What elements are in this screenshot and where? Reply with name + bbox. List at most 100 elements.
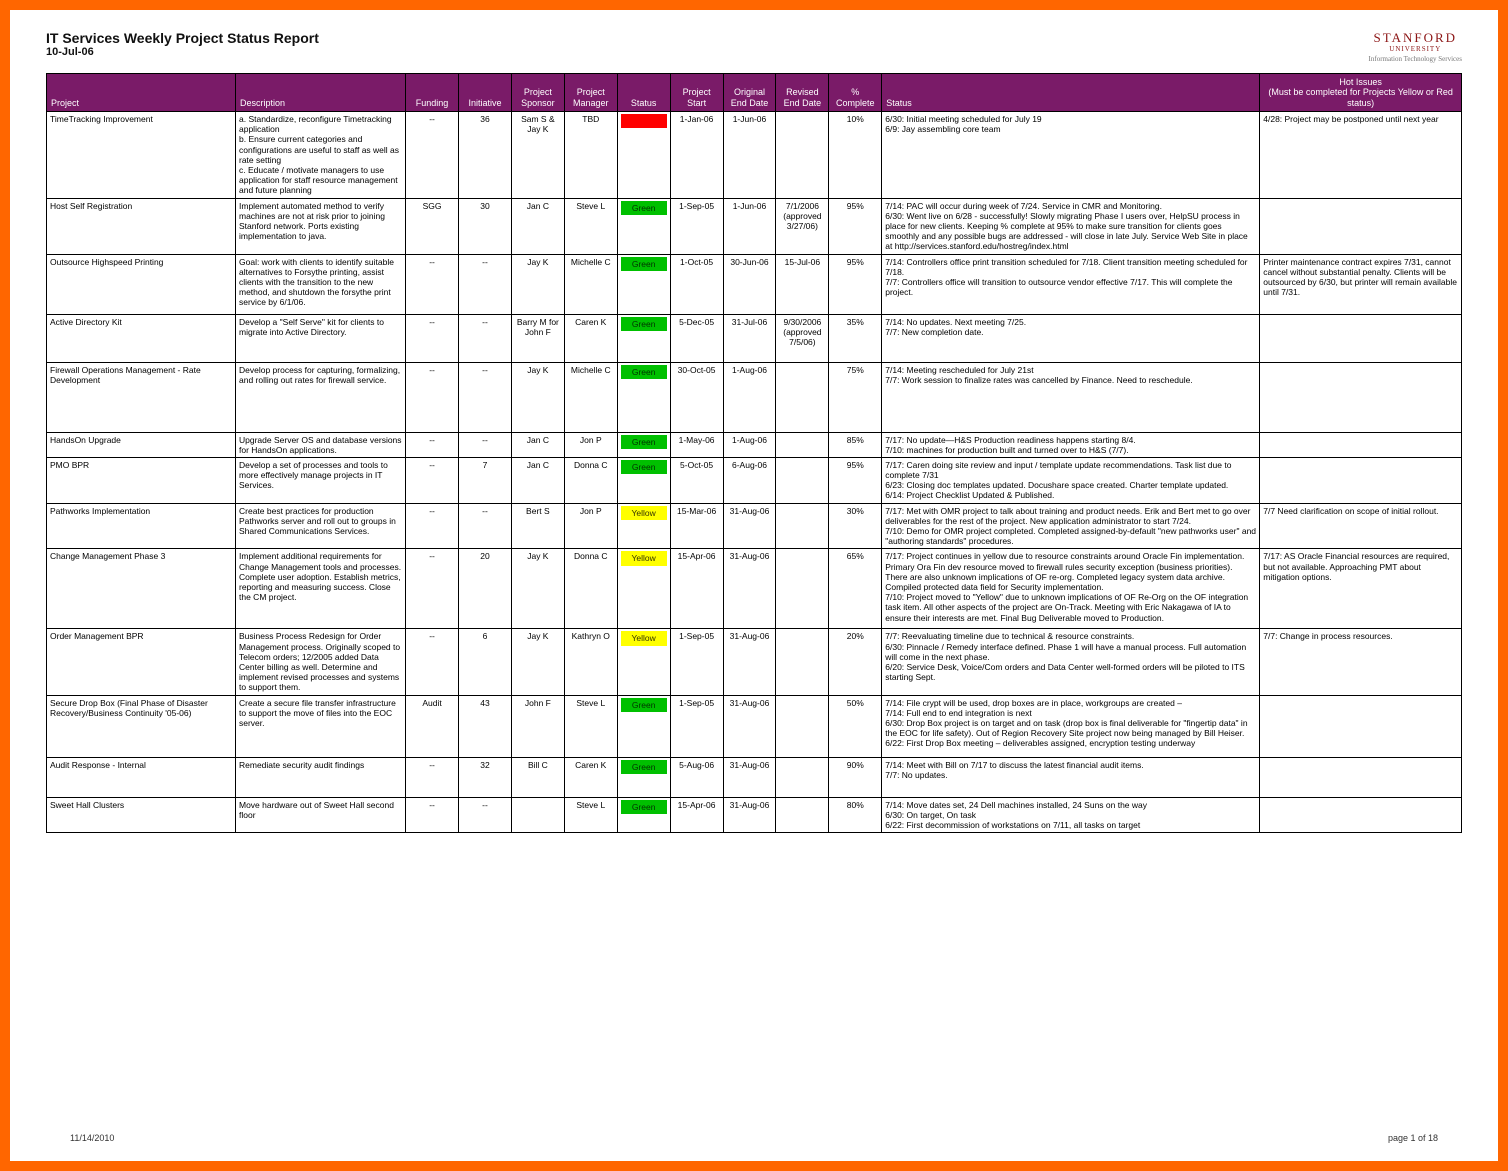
cell-pm: Michelle C	[564, 362, 617, 432]
cell-initiative: 36	[459, 112, 512, 199]
cell-funding: --	[406, 362, 459, 432]
cell-description: Move hardware out of Sweet Hall second f…	[236, 797, 406, 833]
cell-initiative: 43	[459, 695, 512, 757]
cell-description: Create a secure file transfer infrastruc…	[236, 695, 406, 757]
document-header: IT Services Weekly Project Status Report…	[46, 30, 1462, 63]
cell-status-text: 7/17: No update—H&S Production readiness…	[882, 432, 1260, 457]
column-header: Project	[47, 74, 236, 112]
table-row: Active Directory KitDevelop a "Self Serv…	[47, 314, 1462, 362]
cell-orig-end: 1-Jun-06	[723, 198, 776, 254]
cell-hot-issues	[1260, 362, 1462, 432]
column-header: Project Sponsor	[511, 74, 564, 112]
table-body: TimeTracking Improvementa. Standardize, …	[47, 112, 1462, 833]
cell-status-text: 6/30: Initial meeting scheduled for July…	[882, 112, 1260, 199]
table-head: ProjectDescriptionFundingInitiativeProje…	[47, 74, 1462, 112]
cell-start: 1-Sep-05	[670, 629, 723, 695]
cell-funding: SGG	[406, 198, 459, 254]
cell-hot-issues	[1260, 757, 1462, 797]
footer: 11/14/2010 page 1 of 18	[70, 1133, 1438, 1143]
column-header: Status	[617, 74, 670, 112]
cell-hot-issues: 7/7 Need clarification on scope of initi…	[1260, 503, 1462, 549]
table-row: HandsOn UpgradeUpgrade Server OS and dat…	[47, 432, 1462, 457]
brand-line1: STANFORD	[1369, 30, 1462, 46]
cell-orig-end: 31-Aug-06	[723, 549, 776, 629]
header-row: ProjectDescriptionFundingInitiativeProje…	[47, 74, 1462, 112]
cell-pm: TBD	[564, 112, 617, 199]
cell-status-text: 7/14: No updates. Next meeting 7/25.7/7:…	[882, 314, 1260, 362]
cell-pm: Steve L	[564, 797, 617, 833]
cell-rev-end	[776, 757, 829, 797]
cell-start: 15-Apr-06	[670, 549, 723, 629]
cell-status-indicator: Yellow	[617, 549, 670, 629]
cell-initiative: --	[459, 503, 512, 549]
cell-start: 1-Sep-05	[670, 198, 723, 254]
cell-pm: Kathryn O	[564, 629, 617, 695]
column-header: Initiative	[459, 74, 512, 112]
cell-sponsor: Jay K	[511, 549, 564, 629]
table-row: Change Management Phase 3Implement addit…	[47, 549, 1462, 629]
cell-initiative: 20	[459, 549, 512, 629]
cell-pct: 95%	[829, 457, 882, 503]
cell-start: 1-Oct-05	[670, 254, 723, 314]
table-row: Sweet Hall ClustersMove hardware out of …	[47, 797, 1462, 833]
cell-status-text: 7/14: File crypt will be used, drop boxe…	[882, 695, 1260, 757]
report-date: 10-Jul-06	[46, 46, 319, 58]
cell-orig-end: 31-Jul-06	[723, 314, 776, 362]
cell-pm: Jon P	[564, 432, 617, 457]
cell-sponsor: Bill C	[511, 757, 564, 797]
cell-hot-issues: 7/17: AS Oracle Financial resources are …	[1260, 549, 1462, 629]
cell-rev-end	[776, 695, 829, 757]
cell-start: 5-Aug-06	[670, 757, 723, 797]
cell-hot-issues	[1260, 695, 1462, 757]
cell-status-indicator: Green	[617, 198, 670, 254]
cell-orig-end: 31-Aug-06	[723, 797, 776, 833]
cell-pct: 85%	[829, 432, 882, 457]
cell-sponsor: Bert S	[511, 503, 564, 549]
cell-status-text: 7/14: Move dates set, 24 Dell machines i…	[882, 797, 1260, 833]
cell-funding: --	[406, 629, 459, 695]
cell-funding: Audit	[406, 695, 459, 757]
cell-pct: 80%	[829, 797, 882, 833]
cell-pm: Steve L	[564, 198, 617, 254]
column-header: Project Start	[670, 74, 723, 112]
cell-start: 15-Mar-06	[670, 503, 723, 549]
column-header: Funding	[406, 74, 459, 112]
cell-hot-issues: Printer maintenance contract expires 7/3…	[1260, 254, 1462, 314]
cell-description: Develop a "Self Serve" kit for clients t…	[236, 314, 406, 362]
cell-pm: Donna C	[564, 549, 617, 629]
cell-status-indicator: Yellow	[617, 629, 670, 695]
table-row: PMO BPRDevelop a set of processes and to…	[47, 457, 1462, 503]
cell-status-indicator: Yellow	[617, 503, 670, 549]
cell-start: 30-Oct-05	[670, 362, 723, 432]
cell-project: Pathworks Implementation	[47, 503, 236, 549]
cell-project: Change Management Phase 3	[47, 549, 236, 629]
cell-initiative: 6	[459, 629, 512, 695]
column-header: Status	[882, 74, 1260, 112]
column-header: % Complete	[829, 74, 882, 112]
cell-pct: 95%	[829, 254, 882, 314]
cell-pct: 75%	[829, 362, 882, 432]
cell-status-indicator: Red	[617, 112, 670, 199]
cell-rev-end: 7/1/2006(approved 3/27/06)	[776, 198, 829, 254]
cell-description: Implement automated method to verify mac…	[236, 198, 406, 254]
cell-rev-end	[776, 629, 829, 695]
cell-status-indicator: Green	[617, 757, 670, 797]
cell-orig-end: 31-Aug-06	[723, 757, 776, 797]
cell-initiative: --	[459, 314, 512, 362]
table-row: Outsource Highspeed PrintingGoal: work w…	[47, 254, 1462, 314]
column-header: Revised End Date	[776, 74, 829, 112]
cell-description: Remediate security audit findings	[236, 757, 406, 797]
cell-hot-issues	[1260, 314, 1462, 362]
cell-pct: 30%	[829, 503, 882, 549]
cell-project: Host Self Registration	[47, 198, 236, 254]
table-row: Audit Response - InternalRemediate secur…	[47, 757, 1462, 797]
cell-pct: 95%	[829, 198, 882, 254]
brand-logo: STANFORD UNIVERSITY Information Technolo…	[1369, 30, 1462, 63]
cell-orig-end: 6-Aug-06	[723, 457, 776, 503]
cell-description: Upgrade Server OS and database versions …	[236, 432, 406, 457]
cell-pct: 50%	[829, 695, 882, 757]
cell-funding: --	[406, 549, 459, 629]
cell-pm: Donna C	[564, 457, 617, 503]
cell-start: 15-Apr-06	[670, 797, 723, 833]
cell-description: a. Standardize, reconfigure Timetracking…	[236, 112, 406, 199]
